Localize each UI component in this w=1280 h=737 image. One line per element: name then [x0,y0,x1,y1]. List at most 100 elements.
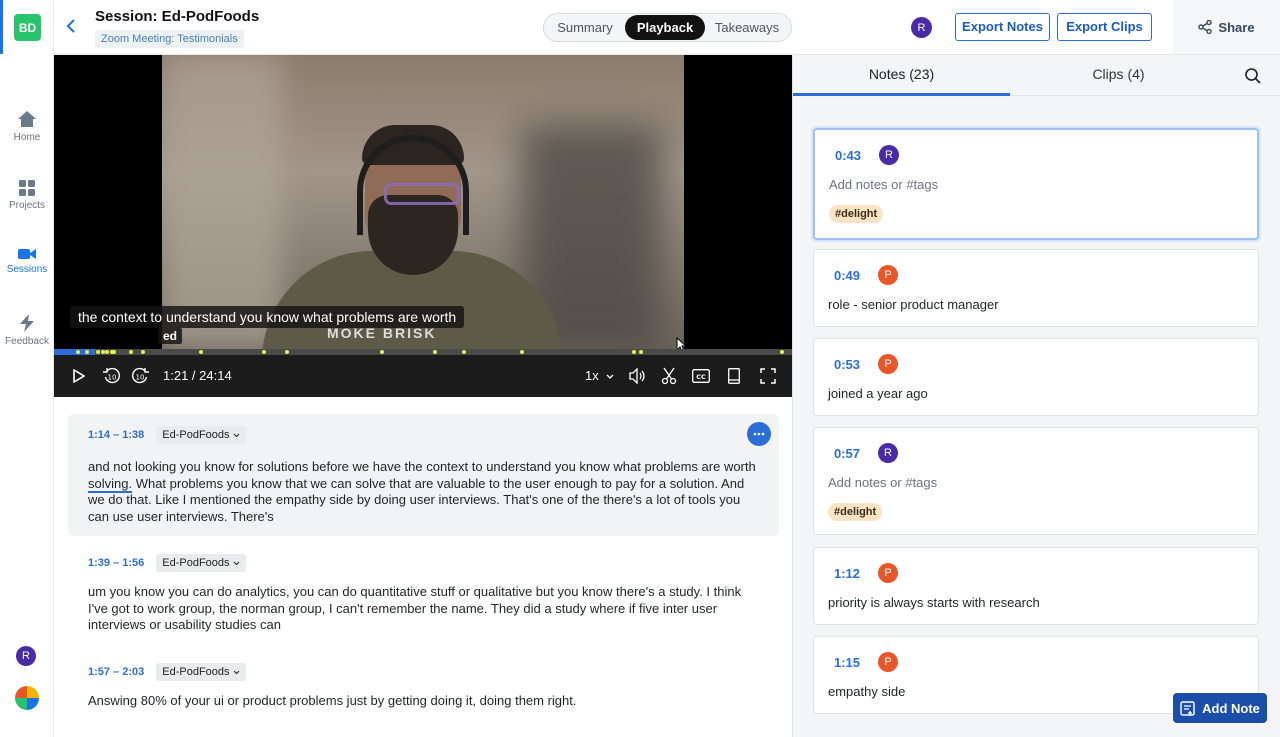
export-clips-button[interactable]: Export Clips [1057,13,1152,41]
user-avatar[interactable]: R [16,646,36,666]
nav-home[interactable]: Home [0,110,54,143]
captions-button[interactable]: CC [691,365,711,387]
tab-clips[interactable]: Clips (4) [1010,55,1227,96]
segment-header: 1:57 – 2:03 Ed-PodFoods [82,663,246,681]
note-marker[interactable] [141,350,146,354]
export-notes-button[interactable]: Export Notes [955,13,1050,41]
note-timestamp[interactable]: 0:53 [834,357,860,372]
note-marker[interactable] [111,350,116,354]
segment-header: 1:14 – 1:38 Ed-PodFoods [82,426,246,444]
clip-button[interactable] [660,365,678,387]
note-marker[interactable] [285,350,290,354]
note-card[interactable]: 1:12 Ppriority is always starts with rese… [813,547,1259,625]
note-timestamp[interactable]: 0:49 [834,268,860,283]
transcript-segment[interactable]: 1:39 – 1:56 Ed-PodFoods um you know you … [68,542,779,642]
tab-playback[interactable]: Playback [625,15,705,40]
nav-sessions-label: Sessions [6,264,48,275]
note-marker[interactable] [198,350,203,354]
note-add-icon [1180,700,1195,716]
note-text: empathy side [828,684,906,699]
chevron-down-icon [233,561,240,566]
segment-time[interactable]: 1:14 – 1:38 [82,426,151,444]
note-marker[interactable] [638,350,643,354]
note-input[interactable]: Add notes or #tags [828,475,937,490]
session-title: Session: Ed-PodFoods [95,8,260,25]
subtitle-caption: the context to understand you know what … [70,306,465,328]
nav-sessions[interactable]: Sessions [0,248,54,275]
fullscreen-icon [760,368,776,384]
note-marker[interactable] [632,350,637,354]
note-card[interactable]: 0:43 R Add notes or #tags #delight [813,128,1259,240]
speed-select[interactable]: 1x [585,368,614,383]
segment-more-button[interactable] [747,422,771,446]
note-card[interactable]: 0:53 Pjoined a year ago [813,338,1259,416]
segment-text-before: and not looking you know for solutions b… [88,459,756,474]
note-marker[interactable] [519,350,524,354]
workspace-badge[interactable]: BD [14,14,41,41]
video-player[interactable]: MOKE BRISK the context to understand you… [54,55,792,397]
note-tag[interactable]: #delight [829,205,884,223]
theater-mode-button[interactable] [726,365,742,387]
note-text: joined a year ago [828,386,928,401]
note-timestamp[interactable]: 1:12 [834,566,860,581]
speaker-select[interactable]: Ed-PodFoods [156,663,246,681]
note-tag[interactable]: #delight [828,503,883,521]
nav-projects[interactable]: Projects [0,180,54,211]
forward-10-button[interactable]: 10 [129,365,151,387]
forward-10-icon: 10 [131,367,149,384]
segment-time[interactable]: 1:57 – 2:03 [82,663,151,681]
header-user-avatar[interactable]: R [911,17,932,38]
share-button[interactable]: Share [1173,0,1280,54]
segment-text[interactable]: Answing 80% of your ui or product proble… [88,693,758,710]
note-marker[interactable] [129,350,134,354]
speed-value: 1x [585,368,599,383]
svg-text:10: 10 [136,374,145,382]
note-marker[interactable] [261,350,266,354]
tab-takeaways[interactable]: Takeaways [705,15,789,40]
current-word[interactable]: solving. [88,475,133,493]
video-icon [18,249,36,259]
note-marker[interactable] [779,350,784,354]
volume-icon [629,368,645,384]
volume-button[interactable] [628,365,648,387]
app-logo-icon[interactable] [15,686,39,710]
add-note-button[interactable]: Add Note [1173,693,1267,723]
tab-notes[interactable]: Notes (23) [793,55,1010,96]
note-card[interactable]: 0:49 Prole - senior product manager [813,249,1259,327]
note-marker[interactable] [380,350,385,354]
note-timestamp[interactable]: 0:57 [834,446,860,461]
speaker-select[interactable]: Ed-PodFoods [156,426,246,444]
note-marker[interactable] [100,350,105,354]
search-icon[interactable] [1244,67,1262,85]
note-author-avatar: P [878,354,898,374]
note-marker[interactable] [105,350,110,354]
transcript-list: 1:14 – 1:38 Ed-PodFoods and not looking … [54,397,792,737]
nav-feedback[interactable]: Feedback [0,314,54,347]
transcript-segment[interactable]: 1:57 – 2:03 Ed-PodFoods Answing 80% of y… [68,655,779,715]
note-card[interactable]: 0:57 R Add notes or #tags #delight [813,427,1259,535]
speaker-glasses [384,183,460,205]
note-marker[interactable] [432,350,437,354]
segment-text[interactable]: and not looking you know for solutions b… [88,459,758,525]
note-author-avatar: R [878,443,898,463]
transcript-segment[interactable]: 1:14 – 1:38 Ed-PodFoods and not looking … [68,414,779,536]
note-input[interactable]: Add notes or #tags [829,177,938,192]
view-tabs: Summary Playback Takeaways [543,13,792,42]
back-button[interactable] [66,17,84,37]
note-marker[interactable] [96,350,101,354]
session-source-badge: Zoom Meeting: Testimonials [95,30,244,48]
bolt-icon [20,314,34,332]
segment-time[interactable]: 1:39 – 1:56 [82,554,151,572]
note-timestamp[interactable]: 0:43 [835,148,861,163]
play-button[interactable] [70,365,88,387]
tab-summary[interactable]: Summary [545,15,625,40]
segment-text[interactable]: um you know you can do analytics, you ca… [88,584,758,634]
fullscreen-button[interactable] [759,365,777,387]
nav-feedback-label: Feedback [5,336,49,347]
rewind-10-button[interactable]: 10 [101,365,123,387]
note-author-avatar: P [878,563,898,583]
speaker-select[interactable]: Ed-PodFoods [156,554,246,572]
more-horizontal-icon [753,432,765,436]
note-timestamp[interactable]: 1:15 [834,655,860,670]
note-marker[interactable] [462,350,467,354]
